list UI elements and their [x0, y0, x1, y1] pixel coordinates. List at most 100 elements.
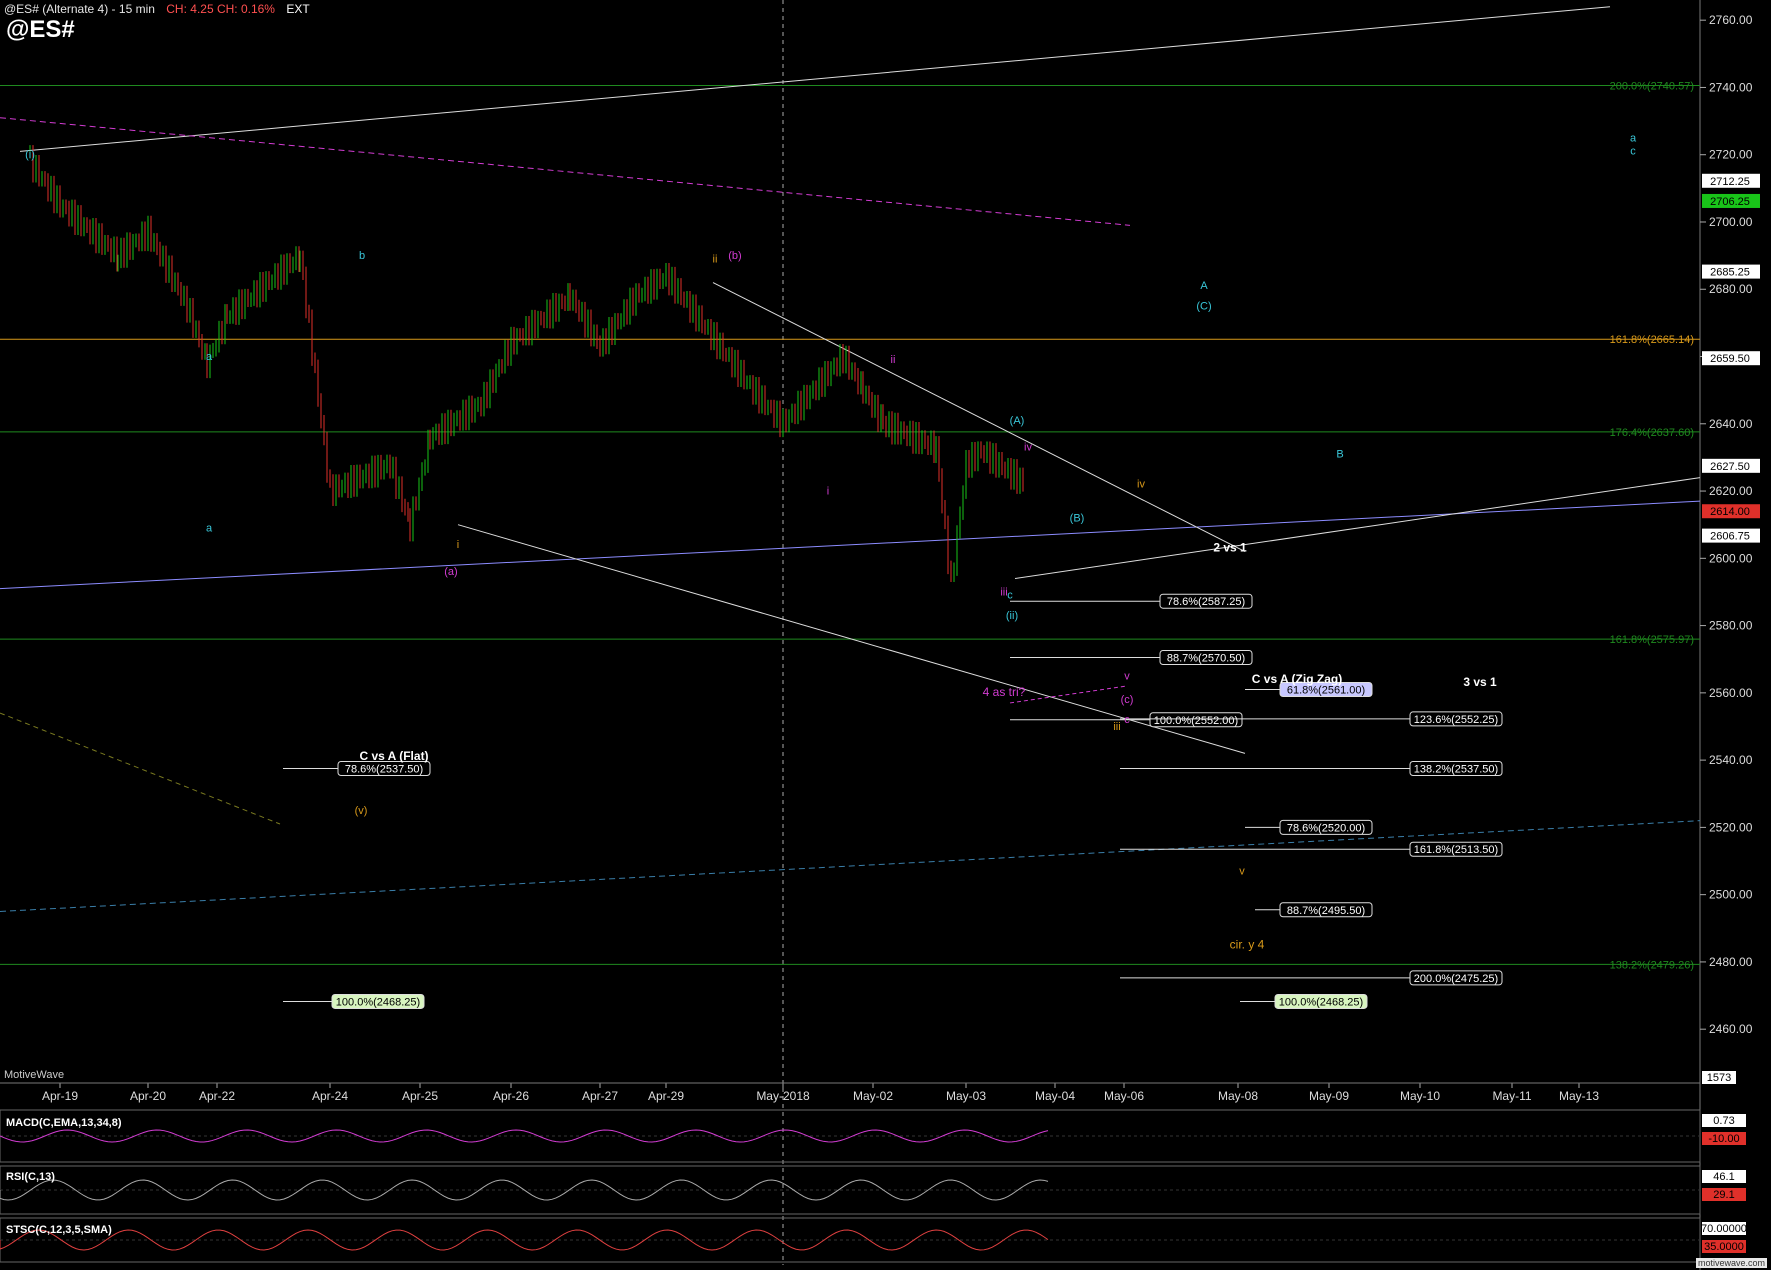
wave-label: iv: [1024, 442, 1032, 454]
y-tick-label: 2520.00: [1709, 820, 1753, 834]
fib-target-label: 78.6%(2587.25): [1167, 596, 1245, 608]
x-tick-label: Apr-29: [648, 1089, 684, 1103]
wave-label: c: [1630, 146, 1636, 158]
fib-target-label: 100.0%(2552.00): [1154, 715, 1238, 727]
x-tick-label: May-02: [853, 1089, 893, 1103]
trendline-blue: [0, 500, 1701, 590]
y-tick-label: 2740.00: [1709, 80, 1753, 94]
volume-tag-label: 1573: [1707, 1072, 1731, 1084]
indicator-value-label: 29.1: [1713, 1189, 1734, 1201]
trendline-blue-dashed: [0, 820, 1701, 912]
fib-target-label: 78.6%(2537.50): [345, 764, 423, 776]
y-tick-label: 2640.00: [1709, 417, 1753, 431]
x-tick-label: Apr-22: [199, 1089, 235, 1103]
trendline-olive-dashed: [0, 712, 281, 825]
y-tick-label: 2540.00: [1709, 753, 1753, 767]
fib-level-label: 176.4%(2637.60): [1610, 427, 1694, 439]
wave-label: iv: [1137, 479, 1145, 491]
trendline-channel-upper: [712, 282, 1246, 553]
trendline-upper: [19, 6, 1611, 152]
indicator-panel: [0, 1217, 1701, 1263]
wave-label: ii: [891, 354, 896, 366]
indicator-value-label: 0.73: [1713, 1115, 1734, 1127]
x-tick-label: Apr-25: [402, 1089, 438, 1103]
chart-annotation: C vs A (Zig Zag): [1252, 672, 1342, 686]
y-tick-label: 2480.00: [1709, 955, 1753, 969]
price-tag-label: 2606.75: [1710, 531, 1750, 543]
fib-target-label: 88.7%(2570.50): [1167, 653, 1245, 665]
wave-label: v: [1239, 865, 1245, 877]
chart-annotation: 2 vs 1: [1213, 541, 1247, 555]
wave-label: B: [1336, 448, 1343, 460]
wave-label: (ii): [1006, 610, 1018, 622]
price-tag-label: 2659.50: [1710, 353, 1750, 365]
stsc-label: STSC(C,12,3,5,SMA): [6, 1224, 112, 1236]
x-tick-label: May-10: [1400, 1089, 1440, 1103]
indicator-panel: [0, 1109, 1701, 1163]
wave-label: (a): [444, 566, 457, 578]
trendline-lower-right: [1014, 477, 1701, 579]
indicator-value-label: 46.1: [1713, 1171, 1734, 1183]
y-tick-label: 2680.00: [1709, 282, 1753, 296]
price-tag-label: 2627.50: [1710, 461, 1750, 473]
x-tick-label: May-09: [1309, 1089, 1349, 1103]
x-tick-label: May-08: [1218, 1089, 1258, 1103]
x-tick-label: Apr-24: [312, 1089, 348, 1103]
macd-label: MACD(C,EMA,13,34,8): [6, 1117, 122, 1129]
wave-label: c: [1007, 590, 1013, 602]
x-tick-label: May-03: [946, 1089, 986, 1103]
indicator-value-label: 70.00000: [1701, 1223, 1747, 1235]
wave-label: (b): [728, 250, 741, 262]
fib-target-label: 200.0%(2475.25): [1414, 973, 1498, 985]
fib-target-label: 61.8%(2561.00): [1287, 684, 1365, 696]
fib-level-label: 138.2%(2479.26): [1610, 959, 1694, 971]
wave-label: (A): [1010, 415, 1025, 427]
indicator-value-label: -10.00: [1708, 1133, 1739, 1145]
fib-level-label: 161.8%(2575.97): [1610, 634, 1694, 646]
wave-label: A: [1200, 280, 1208, 292]
price-tag-label: 2712.25: [1710, 176, 1750, 188]
indicator-value-label: 35.0000: [1704, 1241, 1744, 1253]
fib-target-label: 123.6%(2552.25): [1414, 714, 1498, 726]
wave-label: a: [1630, 132, 1637, 144]
wave-label: i: [457, 539, 459, 551]
x-tick-label: May-11: [1492, 1089, 1531, 1103]
wave-label: ii: [713, 253, 718, 265]
chart-annotation: C vs A (Flat): [359, 749, 428, 763]
y-tick-label: 2760.00: [1709, 13, 1753, 27]
wave-label: v: [1124, 670, 1130, 682]
fib-target-label: 78.6%(2520.00): [1287, 822, 1365, 834]
footer-mark: motivewave.com: [1695, 1258, 1767, 1268]
x-tick-label: May-06: [1104, 1089, 1144, 1103]
trendline-magenta-short: [1009, 685, 1127, 704]
wave-label: i: [827, 485, 829, 497]
price-tag-label: 2706.25: [1710, 196, 1750, 208]
x-tick-label: May-13: [1559, 1089, 1599, 1103]
watermark: MotiveWave: [4, 1069, 65, 1081]
trendline-magenta: [0, 117, 1131, 226]
rsi-label: RSI(C,13): [6, 1171, 55, 1183]
fib-target-label: 88.7%(2495.50): [1287, 905, 1365, 917]
fib-target-label: 138.2%(2537.50): [1414, 764, 1498, 776]
chart-annotation: 3 vs 1: [1463, 675, 1497, 689]
wave-label: a: [206, 522, 213, 534]
wave-label: (B): [1070, 512, 1085, 524]
x-tick-label: May-2018: [756, 1089, 810, 1103]
price-tag-label: 2685.25: [1710, 267, 1750, 279]
chart-annotation: 4 as tri?: [983, 685, 1026, 699]
wave-label: (i): [25, 149, 35, 161]
fib-level-label: 200.0%(2740.57): [1610, 81, 1694, 93]
fib-level-label: 161.8%(2665.14): [1610, 334, 1694, 346]
chart-annotation: cir. y 4: [1230, 937, 1265, 951]
x-tick-label: Apr-27: [582, 1089, 618, 1103]
y-tick-label: 2720.00: [1709, 148, 1753, 162]
fib-target-label: 100.0%(2468.25): [336, 996, 420, 1008]
price-chart[interactable]: 2460.00 2480.00 2500.00 2520.00 2540.00 2560.…: [0, 0, 1771, 1270]
x-tick-label: May-04: [1035, 1089, 1075, 1103]
wave-label: c: [1124, 714, 1130, 726]
y-tick-label: 2600.00: [1709, 551, 1753, 565]
wave-label: iii: [1113, 721, 1120, 733]
x-tick-label: Apr-19: [42, 1089, 78, 1103]
x-tick-label: Apr-20: [130, 1089, 166, 1103]
y-tick-label: 2560.00: [1709, 686, 1753, 700]
